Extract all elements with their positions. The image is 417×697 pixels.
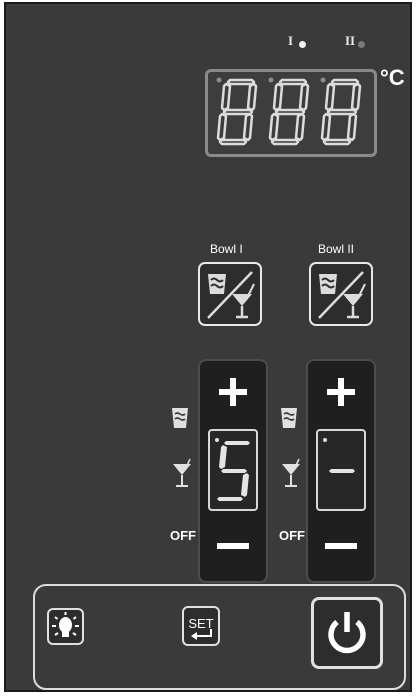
power-icon xyxy=(328,612,366,654)
glass-icon xyxy=(172,408,188,428)
off-label-channel-one: OFF xyxy=(170,528,196,543)
indicator-one-led xyxy=(299,41,306,48)
minus-icon xyxy=(217,543,249,549)
power-button[interactable] xyxy=(311,597,383,669)
channel-two-strip xyxy=(306,359,376,583)
channel-one-display-dot xyxy=(215,438,219,442)
set-button[interactable]: SET xyxy=(182,606,220,646)
glass-icon xyxy=(281,408,297,428)
channel-one-plus-button[interactable] xyxy=(200,367,266,417)
channel-two-display-dot xyxy=(323,438,327,442)
off-label-channel-two: OFF xyxy=(279,528,305,543)
cocktail-icon xyxy=(173,458,191,487)
control-panel: I II °C Bowl I Bowl II OFF OFF SET xyxy=(4,2,412,692)
channel-one-digit xyxy=(217,441,250,501)
channel-one-strip xyxy=(198,359,268,583)
seven-segment-888 xyxy=(216,77,362,146)
channel-two-digit xyxy=(329,469,355,473)
bowl-one-mode-button[interactable] xyxy=(198,262,262,326)
plus-icon xyxy=(219,378,247,406)
temperature-display xyxy=(205,69,377,157)
indicator-one-label: I xyxy=(288,33,294,48)
indicator-two-label: II xyxy=(345,33,356,48)
glass-cocktail-icon xyxy=(318,271,366,319)
temperature-unit: °C xyxy=(380,65,405,90)
bowl-one-label: Bowl I xyxy=(210,242,243,256)
minus-icon xyxy=(325,543,357,549)
indicator-two-led xyxy=(358,41,365,48)
glass-cocktail-icon xyxy=(207,271,255,319)
channel-two-minus-button[interactable] xyxy=(308,521,374,571)
cocktail-icon xyxy=(282,458,300,487)
light-bulb-icon xyxy=(52,612,79,637)
bottom-control-bar: SET xyxy=(33,584,406,690)
channel-two-display xyxy=(316,429,366,511)
channel-two-plus-button[interactable] xyxy=(308,367,374,417)
channel-one-display xyxy=(208,429,258,511)
plus-icon xyxy=(327,378,355,406)
enter-icon xyxy=(191,629,212,640)
bowl-two-mode-button[interactable] xyxy=(309,262,373,326)
channel-one-minus-button[interactable] xyxy=(200,521,266,571)
bowl-two-label: Bowl II xyxy=(318,242,355,256)
light-button[interactable] xyxy=(47,608,84,645)
